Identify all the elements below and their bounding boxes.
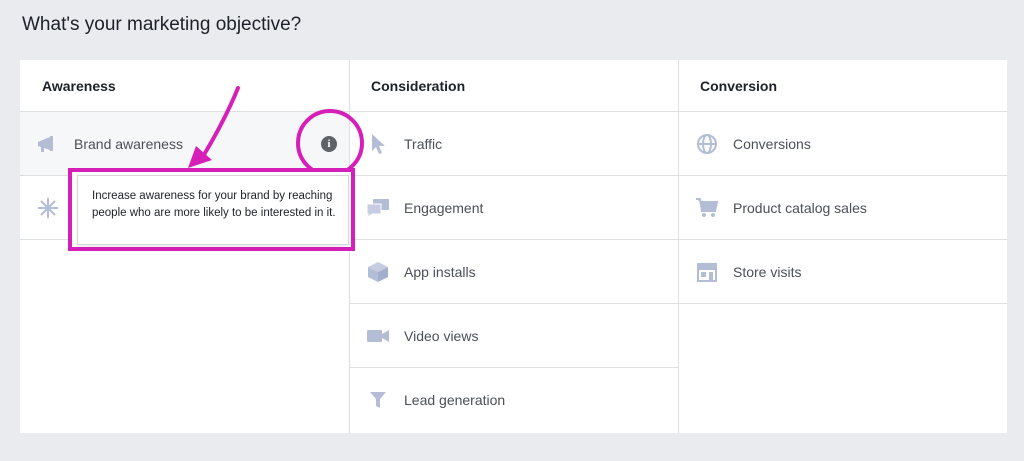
column-header-awareness: Awareness xyxy=(20,60,349,112)
objective-label: Product catalog sales xyxy=(733,199,867,216)
tooltip-text: Increase awareness for your brand by rea… xyxy=(92,190,336,219)
column-header-conversion: Conversion xyxy=(679,60,1007,112)
tooltip: Increase awareness for your brand by rea… xyxy=(78,176,348,244)
column-conversion: Conversion Conversions Product catalog s… xyxy=(679,60,1007,433)
objective-label: Video views xyxy=(404,327,479,344)
box-icon xyxy=(364,258,392,286)
column-header-consideration: Consideration xyxy=(350,60,678,112)
objective-store-visits[interactable]: Store visits xyxy=(679,240,1007,304)
objective-lead-generation[interactable]: Lead generation xyxy=(350,368,678,432)
objective-product-catalog-sales[interactable]: Product catalog sales xyxy=(679,176,1007,240)
objective-label: Brand awareness xyxy=(74,135,183,152)
cursor-icon xyxy=(364,130,392,158)
reach-icon xyxy=(34,194,62,222)
funnel-icon xyxy=(364,386,392,414)
video-camera-icon xyxy=(364,322,392,350)
objective-traffic[interactable]: Traffic xyxy=(350,112,678,176)
page-title: What's your marketing objective? xyxy=(22,14,302,35)
objective-label: App installs xyxy=(404,263,476,280)
annotation-circle xyxy=(296,109,364,177)
megaphone-icon xyxy=(34,130,62,158)
objective-label: Engagement xyxy=(404,199,484,216)
objective-label: Store visits xyxy=(733,263,802,280)
objective-label: Lead generation xyxy=(404,392,506,408)
objective-engagement[interactable]: Engagement xyxy=(350,176,678,240)
chat-bubbles-icon xyxy=(364,194,392,222)
objective-video-views[interactable]: Video views xyxy=(350,304,678,368)
objective-label: Conversions xyxy=(733,135,811,152)
objective-app-installs[interactable]: App installs xyxy=(350,240,678,304)
globe-icon xyxy=(693,130,721,158)
objective-label: Traffic xyxy=(404,135,443,152)
column-consideration: Consideration Traffic Engagement App ins… xyxy=(350,60,679,433)
store-icon xyxy=(693,258,721,286)
shopping-cart-icon xyxy=(693,194,721,222)
objective-conversions[interactable]: Conversions xyxy=(679,112,1007,176)
